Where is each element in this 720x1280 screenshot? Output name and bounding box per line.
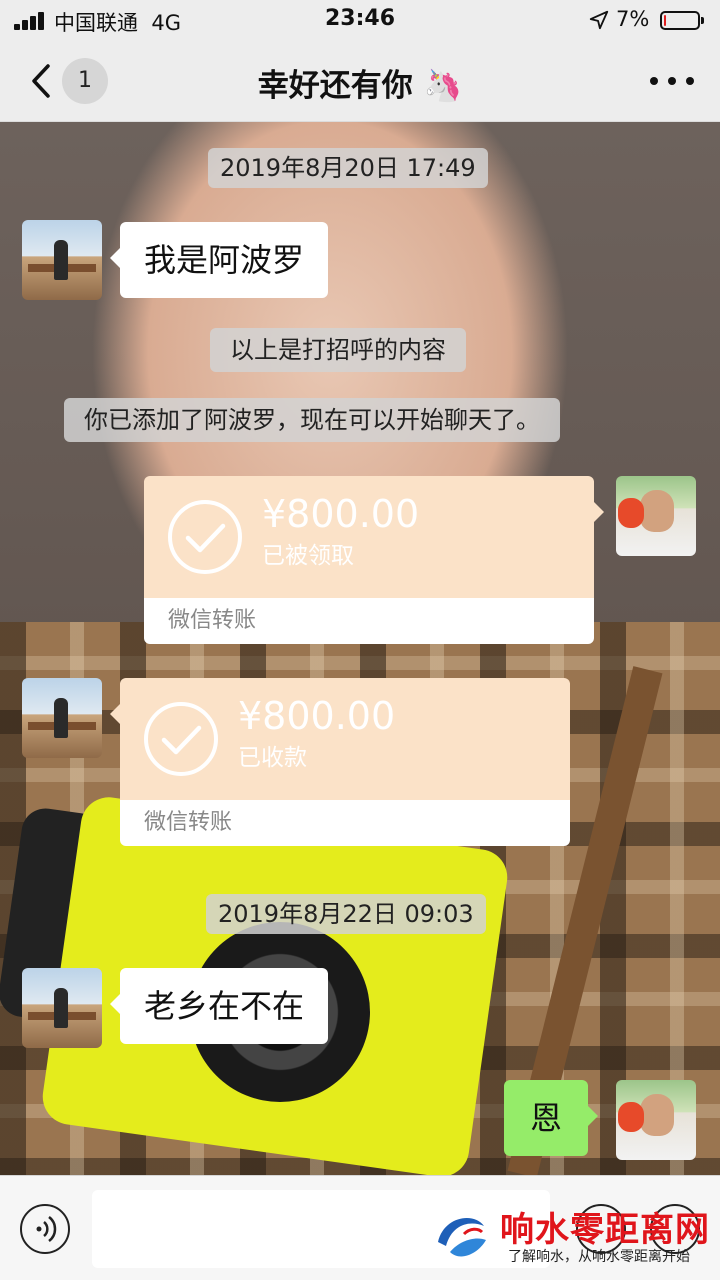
transfer-label: 微信转账 xyxy=(120,800,570,846)
contact-avatar[interactable] xyxy=(22,220,102,300)
watermark-name: 响水零距离网 xyxy=(500,1210,710,1250)
transfer-card[interactable]: ¥800.00 已被领取 微信转账 xyxy=(144,476,604,644)
contact-avatar[interactable] xyxy=(22,968,102,1048)
watermark-slogan: 了解响水，从响水零距离开始 xyxy=(508,1249,690,1265)
transfer-status: 已收款 xyxy=(238,745,307,771)
my-avatar[interactable] xyxy=(616,476,696,556)
transfer-amount: ¥800.00 xyxy=(238,694,396,738)
contact-avatar[interactable] xyxy=(22,678,102,758)
voice-wave-icon xyxy=(36,1216,57,1242)
system-notice: 以上是打招呼的内容 xyxy=(210,328,466,372)
battery-percent: 7% xyxy=(616,7,650,31)
status-bar: 中国联通 4G 23:46 7% xyxy=(0,0,720,40)
more-dots-icon[interactable] xyxy=(646,74,698,88)
battery-level-fill xyxy=(664,15,666,26)
battery-icon xyxy=(660,11,704,30)
voice-icon[interactable] xyxy=(20,1204,70,1254)
watermark: 响水零距离网 了解响水，从响水零距离开始 xyxy=(430,1202,716,1274)
watermark-logo-icon xyxy=(432,1208,490,1266)
transfer-label: 微信转账 xyxy=(144,598,594,644)
check-circle-icon xyxy=(168,500,242,574)
check-circle-icon xyxy=(144,702,218,776)
chat-title: 幸好还有你 🦄 xyxy=(257,68,463,104)
timestamp: 2019年8月22日 09:03 xyxy=(206,894,486,934)
chat-area[interactable]: 2019年8月20日 17:49 我是阿波罗 以上是打招呼的内容 你已添加了阿波… xyxy=(0,122,720,1175)
transfer-card[interactable]: ¥800.00 已收款 微信转账 xyxy=(110,678,570,846)
message-bubble[interactable]: 老乡在不在 xyxy=(109,968,329,1044)
message-bubble[interactable]: 我是阿波罗 xyxy=(109,222,329,298)
status-time: 23:46 xyxy=(324,6,396,31)
timestamp: 2019年8月20日 17:49 xyxy=(208,148,488,188)
my-message-bubble[interactable]: 恩 xyxy=(504,1080,599,1156)
transfer-amount: ¥800.00 xyxy=(262,492,420,536)
transfer-status: 已被领取 xyxy=(262,543,354,569)
my-avatar[interactable] xyxy=(616,1080,696,1160)
system-notice: 你已添加了阿波罗，现在可以开始聊天了。 xyxy=(64,398,560,442)
chat-header: 1 幸好还有你 🦄 xyxy=(0,40,720,122)
location-arrow-icon xyxy=(589,10,609,30)
